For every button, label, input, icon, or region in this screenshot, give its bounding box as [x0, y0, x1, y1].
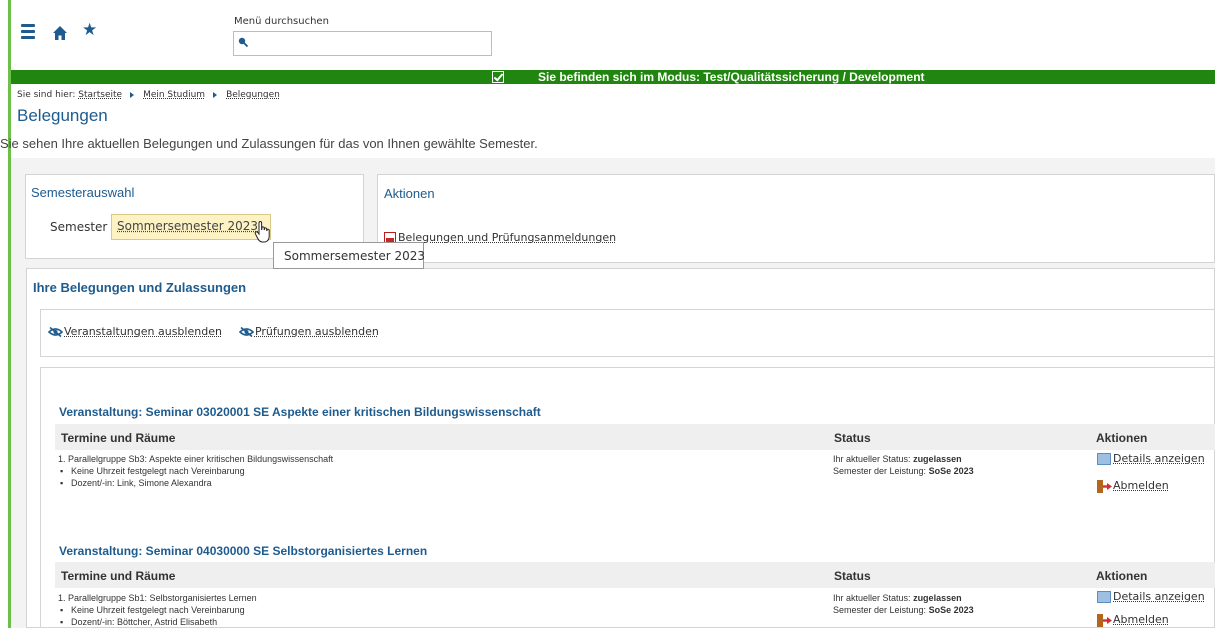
- details-icon: [1097, 591, 1111, 603]
- status-value: zugelassen: [913, 454, 962, 464]
- menu-icon[interactable]: [21, 24, 35, 40]
- semester-label: Semester der Leistung:: [833, 466, 927, 476]
- course-title: Veranstaltung: Seminar 04030000 SE Selbs…: [59, 544, 428, 558]
- details-label: Details anzeigen: [1113, 590, 1205, 603]
- course-status: Ihr aktueller Status: zugelassen Semeste…: [833, 453, 974, 477]
- column-termine: Termine und Räume: [61, 569, 176, 583]
- status-label: Ihr aktueller Status:: [833, 593, 911, 603]
- abmelden-label: Abmelden: [1113, 613, 1169, 626]
- column-aktionen: Aktionen: [1096, 569, 1148, 583]
- enrollments-panel-title: Ihre Belegungen und Zulassungen: [33, 280, 247, 295]
- semester-value: SoSe 2023: [928, 605, 974, 615]
- breadcrumb-item-belegungen[interactable]: Belegungen: [226, 90, 280, 100]
- pdf-link-label: Belegungen und Prüfungsanmeldungen: [398, 231, 617, 244]
- semester-value: SoSe 2023: [928, 466, 974, 476]
- mode-bar: Sie befinden sich im Modus: Test/Qualitä…: [11, 70, 1215, 84]
- course-group: 1. Parallelgruppe Sb3: Aspekte einer kri…: [58, 454, 334, 464]
- header: [11, 0, 1215, 70]
- toggle-pruefungen-label: Prüfungen ausblenden: [254, 325, 379, 338]
- column-aktionen: Aktionen: [1096, 431, 1148, 445]
- abmelden-button[interactable]: Abmelden: [1097, 613, 1169, 627]
- toggle-veranstaltungen[interactable]: Veranstaltungen ausblenden: [48, 325, 225, 338]
- details-icon: [1097, 453, 1111, 465]
- home-icon[interactable]: [52, 25, 68, 41]
- details-label: Details anzeigen: [1113, 452, 1205, 465]
- eye-off-icon: [48, 327, 63, 337]
- course-time: Keine Uhrzeit festgelegt nach Vereinbaru…: [71, 604, 257, 616]
- semester-select[interactable]: Sommersemester 2023: [111, 214, 271, 240]
- abmelden-button[interactable]: Abmelden: [1097, 479, 1169, 493]
- status-label: Ihr aktueller Status:: [833, 454, 911, 464]
- toggle-veranstaltungen-label: Veranstaltungen ausblenden: [64, 325, 222, 338]
- table-header: Termine und Räume Status Aktionen: [55, 424, 1215, 450]
- eye-off-icon: [238, 327, 254, 337]
- semester-select-value: Sommersemester 2023: [117, 219, 258, 233]
- breadcrumb-arrow-icon: [130, 91, 135, 98]
- course-details: 1. Parallelgruppe Sb3: Aspekte einer kri…: [58, 453, 333, 489]
- actions-panel-title: Aktionen: [384, 186, 435, 201]
- course-status: Ihr aktueller Status: zugelassen Semeste…: [833, 592, 974, 616]
- hand-cursor-icon: [254, 221, 270, 243]
- breadcrumb-prefix: Sie sind hier:: [17, 90, 76, 100]
- column-termine: Termine und Räume: [61, 431, 176, 445]
- door-exit-icon: [1097, 479, 1112, 493]
- search-input[interactable]: [233, 31, 492, 56]
- details-button[interactable]: Details anzeigen: [1097, 590, 1205, 603]
- search-label: Menü durchsuchen: [234, 16, 329, 27]
- column-status: Status: [834, 431, 871, 445]
- course-title: Veranstaltung: Seminar 03020001 SE Aspek…: [59, 405, 541, 419]
- breadcrumb-item-mein-studium[interactable]: Mein Studium: [143, 90, 205, 100]
- course-group: 1. Parallelgruppe Sb1: Selbstorganisiert…: [58, 593, 257, 603]
- page-title: Belegungen: [17, 106, 108, 125]
- course-time: Keine Uhrzeit festgelegt nach Vereinbaru…: [71, 465, 333, 477]
- breadcrumb: Sie sind hier: Startseite Mein Studium Bel…: [17, 90, 280, 100]
- status-value: zugelassen: [913, 593, 962, 603]
- toggle-row: Veranstaltungen ausblenden Prüfungen aus…: [48, 325, 379, 338]
- course-lecturer: Dozent/-in: Link, Simone Alexandra: [71, 477, 333, 489]
- semester-tooltip: Sommersemester 2023: [273, 242, 425, 269]
- column-status: Status: [834, 569, 871, 583]
- page-subtitle: Sie sehen Ihre aktuellen Belegungen und …: [0, 136, 538, 151]
- abmelden-label: Abmelden: [1113, 479, 1169, 492]
- semester-label: Semester der Leistung:: [833, 605, 927, 615]
- semester-panel-title: Semesterauswahl: [31, 185, 135, 200]
- course-details: 1. Parallelgruppe Sb1: Selbstorganisiert…: [58, 592, 257, 628]
- details-button[interactable]: Details anzeigen: [1097, 452, 1205, 465]
- door-exit-icon: [1097, 613, 1112, 627]
- course-lecturer: Dozent/-in: Böttcher, Astrid Elisabeth: [71, 616, 257, 628]
- table-header: Termine und Räume Status Aktionen: [55, 562, 1215, 588]
- semester-label: Semester: [50, 220, 108, 234]
- breadcrumb-arrow-icon: [213, 91, 218, 98]
- toggle-pruefungen[interactable]: Prüfungen ausblenden: [238, 325, 379, 338]
- actions-panel: [377, 174, 1215, 263]
- checkbox-icon: [492, 71, 504, 83]
- breadcrumb-item-startseite[interactable]: Startseite: [78, 90, 122, 100]
- mode-text: Sie befinden sich im Modus: Test/Qualitä…: [538, 70, 925, 84]
- search-icon: [238, 37, 248, 47]
- star-icon[interactable]: ★: [82, 20, 97, 40]
